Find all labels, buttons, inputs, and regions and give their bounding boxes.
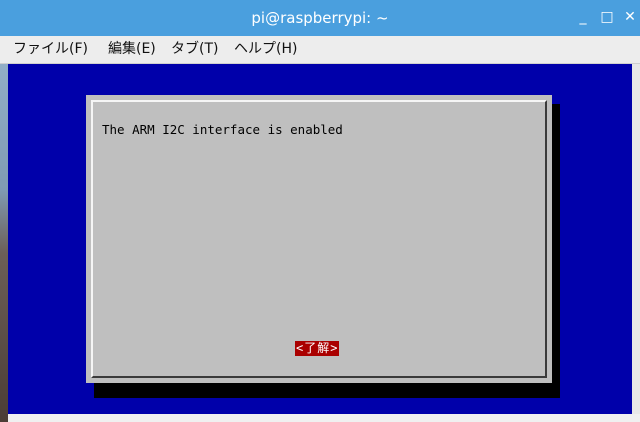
titlebar[interactable]: pi@raspberrypi: ~ _ □ ✕	[0, 0, 640, 36]
message-dialog: The ARM I2C interface is enabled <了解>	[86, 95, 552, 383]
menu-file[interactable]: ファイル(F)	[13, 36, 88, 63]
dialog-message: The ARM I2C interface is enabled	[102, 122, 343, 137]
terminal-window: pi@raspberrypi: ~ _ □ ✕ ファイル(F) 編集(E) タブ…	[0, 0, 640, 422]
menu-edit[interactable]: 編集(E)	[108, 36, 156, 63]
window-title: pi@raspberrypi: ~	[251, 9, 389, 27]
window-bottom-edge	[8, 414, 640, 422]
menu-tab[interactable]: タブ(T)	[171, 36, 218, 63]
ok-button[interactable]: <了解>	[295, 341, 340, 356]
maximize-icon[interactable]: □	[598, 8, 616, 26]
scrollbar[interactable]	[632, 64, 640, 414]
dialog-frame	[91, 100, 547, 378]
menubar: ファイル(F) 編集(E) タブ(T) ヘルプ(H)	[0, 36, 640, 64]
close-icon[interactable]: ✕	[621, 8, 639, 26]
menu-help[interactable]: ヘルプ(H)	[234, 36, 297, 63]
minimize-icon[interactable]: _	[574, 8, 592, 26]
